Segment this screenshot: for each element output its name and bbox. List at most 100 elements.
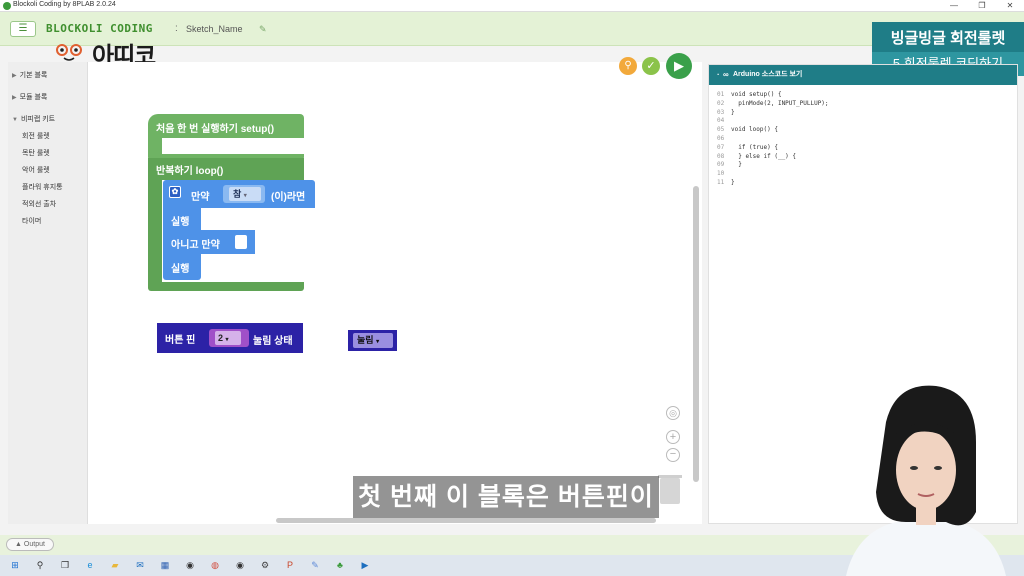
chevron-right-icon: ▶ bbox=[12, 95, 17, 101]
code-line: 04 bbox=[717, 117, 829, 126]
pin-number: 2 bbox=[218, 333, 224, 343]
condition-text: 참 bbox=[233, 189, 242, 199]
sketch-name[interactable]: Sketch_Name bbox=[186, 24, 243, 34]
recenter-icon[interactable]: ◎ bbox=[666, 406, 680, 420]
if-do-label: 실행 bbox=[163, 208, 201, 230]
code-panel-title: Arduino 소스코드 보기 bbox=[733, 71, 803, 78]
pressed-dropdown[interactable]: 눌림 ▾ bbox=[353, 333, 393, 348]
mail-icon[interactable]: ✉ bbox=[133, 558, 147, 572]
folder-icon[interactable]: ▰ bbox=[108, 558, 122, 572]
gear-icon[interactable]: ✿ bbox=[169, 186, 181, 198]
paint-icon[interactable]: ✎ bbox=[308, 558, 322, 572]
setup-label: 처음 한 번 실행하기 setup() bbox=[156, 124, 275, 135]
chevron-down-icon: ▼ bbox=[12, 117, 18, 123]
line-number: 10 bbox=[717, 170, 725, 178]
palette-item-flower-bin[interactable]: 플라워 휴지통 bbox=[22, 182, 63, 192]
category-label: 기본 블록 bbox=[19, 72, 48, 79]
code-line: 07 if (true) { bbox=[717, 144, 829, 153]
window-title: Blockoli Coding by 8PLAB 2.0.24 bbox=[13, 1, 116, 8]
collapse-icon[interactable]: · bbox=[717, 65, 720, 85]
video-subtitle: 첫 번째 이 블록은 버튼핀이 bbox=[353, 476, 659, 518]
video-icon[interactable]: ▶ bbox=[358, 558, 372, 572]
powerpoint-icon[interactable]: P bbox=[283, 558, 297, 572]
line-text: } bbox=[731, 178, 735, 186]
search-icon[interactable]: ⚲ bbox=[33, 558, 47, 572]
mascot-icon bbox=[56, 44, 82, 61]
brand-logo: BLOCKOLI CODING bbox=[46, 22, 153, 35]
code-panel-header[interactable]: · ∞ Arduino 소스코드 보기 bbox=[709, 65, 1017, 85]
do-label: 실행 bbox=[171, 264, 190, 275]
code-line: 08 } else if (__) { bbox=[717, 153, 829, 162]
line-number: 09 bbox=[717, 161, 725, 169]
window-titlebar: Blockoli Coding by 8PLAB 2.0.24 — ❐ ✕ bbox=[0, 0, 1024, 12]
condition-value: 참 ▾ bbox=[229, 187, 261, 201]
line-text: if (true) { bbox=[731, 143, 778, 151]
line-number: 06 bbox=[717, 134, 725, 142]
chevron-right-icon: ▶ bbox=[12, 73, 17, 79]
if-block[interactable]: ✿ 만약 참 ▾ (이)라면 bbox=[163, 180, 315, 208]
windows-icon[interactable]: ⊞ bbox=[8, 558, 22, 572]
button-pin-label: 버튼 핀 bbox=[165, 335, 196, 346]
output-toggle-button[interactable]: ▲ Output bbox=[6, 538, 54, 551]
edge-icon[interactable]: e bbox=[83, 558, 97, 572]
minimize-button[interactable]: — bbox=[940, 0, 968, 12]
setup-block-spine bbox=[148, 138, 162, 154]
pin-value: 2 ▾ bbox=[215, 331, 241, 345]
palette-item-crocodile-roulette[interactable]: 악어 룰렛 bbox=[22, 165, 50, 175]
app-icon[interactable]: ◉ bbox=[233, 558, 247, 572]
blockoli-icon[interactable]: ♣ bbox=[333, 558, 347, 572]
loop-block-foot bbox=[148, 282, 304, 291]
edit-icon[interactable]: ✎ bbox=[259, 24, 267, 35]
verify-button[interactable]: ✓ bbox=[642, 57, 660, 75]
category-module[interactable]: ▶ 모듈 블록 bbox=[12, 92, 47, 102]
taskview-icon[interactable]: ❒ bbox=[58, 558, 72, 572]
title-separator: : bbox=[175, 23, 178, 34]
workspace-vertical-scrollbar[interactable] bbox=[693, 186, 699, 482]
line-text: pinMode(2, INPUT_PULLUP); bbox=[731, 99, 829, 107]
code-line: 09 } bbox=[717, 161, 829, 170]
palette-item-rotate-roulette[interactable]: 회전 룰렛 bbox=[22, 131, 50, 141]
loop-block[interactable]: 반복하기 loop() bbox=[148, 158, 304, 180]
line-text: } bbox=[731, 108, 735, 116]
close-button[interactable]: ✕ bbox=[996, 0, 1024, 12]
line-number: 01 bbox=[717, 91, 725, 98]
upload-run-button[interactable]: ▶ bbox=[666, 53, 692, 79]
store-icon[interactable]: ▦ bbox=[158, 558, 172, 572]
category-basic[interactable]: ▶ 기본 블록 bbox=[12, 70, 47, 80]
arduino-icon: ∞ bbox=[723, 70, 729, 79]
line-text: } bbox=[731, 161, 742, 169]
workspace-horizontal-scrollbar[interactable] bbox=[276, 518, 656, 523]
empty-input-socket[interactable] bbox=[235, 235, 247, 249]
menu-button[interactable]: ☰ bbox=[10, 21, 36, 37]
palette-item-charcoal-roulette[interactable]: 목탄 룰렛 bbox=[22, 148, 50, 158]
chrome-icon[interactable]: ◍ bbox=[208, 558, 222, 572]
settings-icon[interactable]: ⚙ bbox=[258, 558, 272, 572]
presenter-video bbox=[846, 385, 1006, 576]
search-button[interactable]: ⚲ bbox=[619, 57, 637, 75]
zoom-in-button[interactable]: + bbox=[666, 430, 680, 444]
if-then-label: (이)라면 bbox=[271, 192, 306, 203]
palette-item-timer[interactable]: 타이머 bbox=[22, 216, 41, 226]
category-kit[interactable]: ▼ 비피랩 키트 bbox=[12, 114, 55, 124]
zoom-out-button[interactable]: − bbox=[666, 448, 680, 462]
button-pin-block[interactable]: 버튼 핀 2 ▾ 눌림 상태 bbox=[157, 323, 303, 353]
line-number: 07 bbox=[717, 143, 725, 151]
condition-dropdown[interactable]: 참 ▾ bbox=[223, 185, 265, 203]
output-label: Output bbox=[23, 541, 45, 548]
code-line: 01 void setup() { bbox=[717, 91, 829, 100]
palette-item-infrared[interactable]: 적외선 출차 bbox=[22, 199, 56, 209]
pin-dropdown[interactable]: 2 ▾ bbox=[209, 329, 249, 347]
elseif-do-label: 실행 bbox=[163, 254, 201, 280]
app-icon[interactable]: ◉ bbox=[183, 558, 197, 572]
trash-icon[interactable] bbox=[658, 475, 682, 504]
chevron-down-icon: ▾ bbox=[376, 339, 380, 345]
category-label: 비피랩 키트 bbox=[20, 116, 56, 123]
if-label: 만약 bbox=[191, 192, 210, 203]
code-line: 10 bbox=[717, 170, 829, 179]
line-number: 04 bbox=[717, 117, 725, 125]
setup-block[interactable]: 처음 한 번 실행하기 setup() bbox=[148, 114, 304, 138]
block-palette: ▶ 기본 블록 ▶ 모듈 블록 ▼ 비피랩 키트 회전 룰렛 목탄 룰렛 악어 룰렛 … bbox=[8, 62, 88, 524]
lesson-title: 빙글빙글 회전룰렛 bbox=[872, 22, 1024, 56]
maximize-button[interactable]: ❐ bbox=[968, 0, 996, 12]
pressed-value-block[interactable]: 눌림 ▾ bbox=[348, 330, 397, 351]
